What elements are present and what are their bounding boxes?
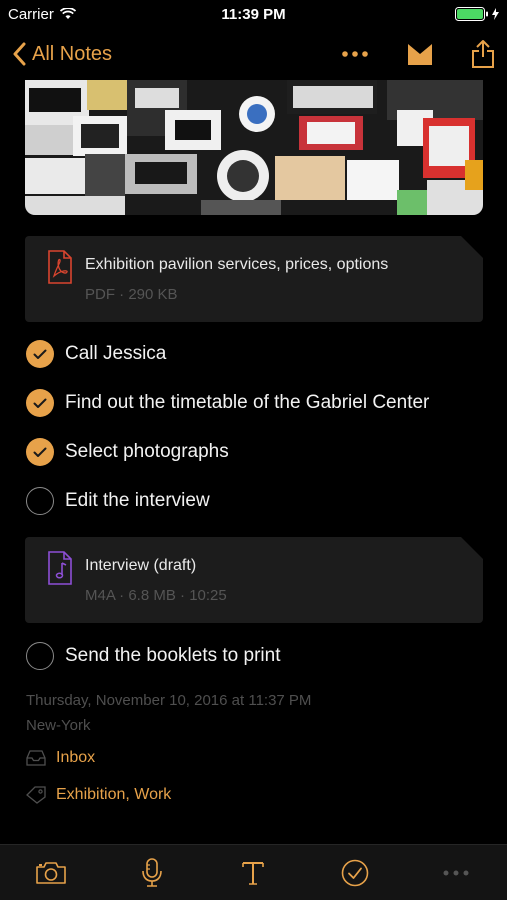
battery-icon <box>455 7 499 21</box>
task-label[interactable]: Edit the interview <box>65 490 210 512</box>
notebook-link[interactable]: Inbox <box>26 749 95 767</box>
pdf-icon <box>47 250 73 284</box>
task-label[interactable]: Find out the timetable of the Gabriel Ce… <box>65 392 429 414</box>
camera-icon <box>35 861 66 884</box>
tags-link[interactable]: Exhibition, Work <box>26 786 171 804</box>
sticker-collage-image <box>25 80 483 215</box>
audio-attachment[interactable]: Interview (draft) M4A · 6.8 MB · 10:25 <box>25 537 483 623</box>
pdf-attachment-details: PDF · 290 KB <box>85 286 178 303</box>
text-format-icon <box>242 861 265 885</box>
inbox-icon <box>26 750 46 766</box>
microphone-button[interactable] <box>132 853 172 893</box>
audio-attachment-title: Interview (draft) <box>85 557 197 574</box>
tags-label: Exhibition, Work <box>56 786 172 803</box>
task-item: Call Jessica <box>26 339 166 369</box>
back-button-label: All Notes <box>32 42 113 65</box>
carrier-label: Carrier <box>8 5 54 23</box>
wifi-icon <box>59 8 76 19</box>
task-item: Send the booklets to print <box>26 641 280 671</box>
note-created-date: Thursday, November 10, 2016 at 11:37 PM <box>26 692 312 709</box>
camera-button[interactable] <box>31 853 71 893</box>
task-item: Find out the timetable of the Gabriel Ce… <box>26 388 429 418</box>
checkmark-icon <box>33 398 47 408</box>
task-item: Edit the interview <box>26 486 210 516</box>
charging-icon <box>492 8 499 20</box>
checklist-button[interactable] <box>335 853 375 893</box>
microphone-icon <box>142 857 162 887</box>
nav-actions <box>341 39 495 69</box>
task-checkbox-checked[interactable] <box>26 389 54 417</box>
text-format-button[interactable] <box>233 853 273 893</box>
audio-attachment-details: M4A · 6.8 MB · 10:25 <box>85 587 227 604</box>
reminder-flag-icon[interactable] <box>407 42 433 66</box>
chevron-left-icon <box>13 42 26 66</box>
checkmark-icon <box>33 349 47 359</box>
notebook-label: Inbox <box>56 749 96 766</box>
checkmark-icon <box>33 447 47 457</box>
bottom-toolbar <box>0 844 507 900</box>
status-time: 11:39 PM <box>221 5 286 23</box>
more-horizontal-icon <box>443 870 469 875</box>
carrier-group: Carrier <box>8 6 76 23</box>
share-icon[interactable] <box>471 39 495 69</box>
pdf-attachment[interactable]: Exhibition pavilion services, prices, op… <box>25 236 483 322</box>
audio-file-icon <box>47 551 73 585</box>
back-button[interactable]: All Notes <box>12 42 112 66</box>
tag-icon <box>26 786 46 804</box>
task-item: Select photographs <box>26 437 229 467</box>
task-checkbox-checked[interactable] <box>26 340 54 368</box>
pdf-attachment-title: Exhibition pavilion services, prices, op… <box>85 256 389 273</box>
more-icon[interactable] <box>341 50 369 58</box>
status-bar: Carrier 11:39 PM <box>0 0 507 28</box>
task-checkbox-unchecked[interactable] <box>26 642 54 670</box>
navigation-bar: All Notes <box>0 28 507 80</box>
checkmark-circle-icon <box>341 859 369 886</box>
note-image[interactable] <box>25 80 483 215</box>
task-label[interactable]: Send the booklets to print <box>65 645 280 667</box>
task-label[interactable]: Call Jessica <box>65 343 166 365</box>
note-location: New-York <box>26 717 91 734</box>
task-label[interactable]: Select photographs <box>65 441 229 463</box>
task-checkbox-checked[interactable] <box>26 438 54 466</box>
more-tools-button[interactable] <box>436 853 476 893</box>
task-checkbox-unchecked[interactable] <box>26 487 54 515</box>
